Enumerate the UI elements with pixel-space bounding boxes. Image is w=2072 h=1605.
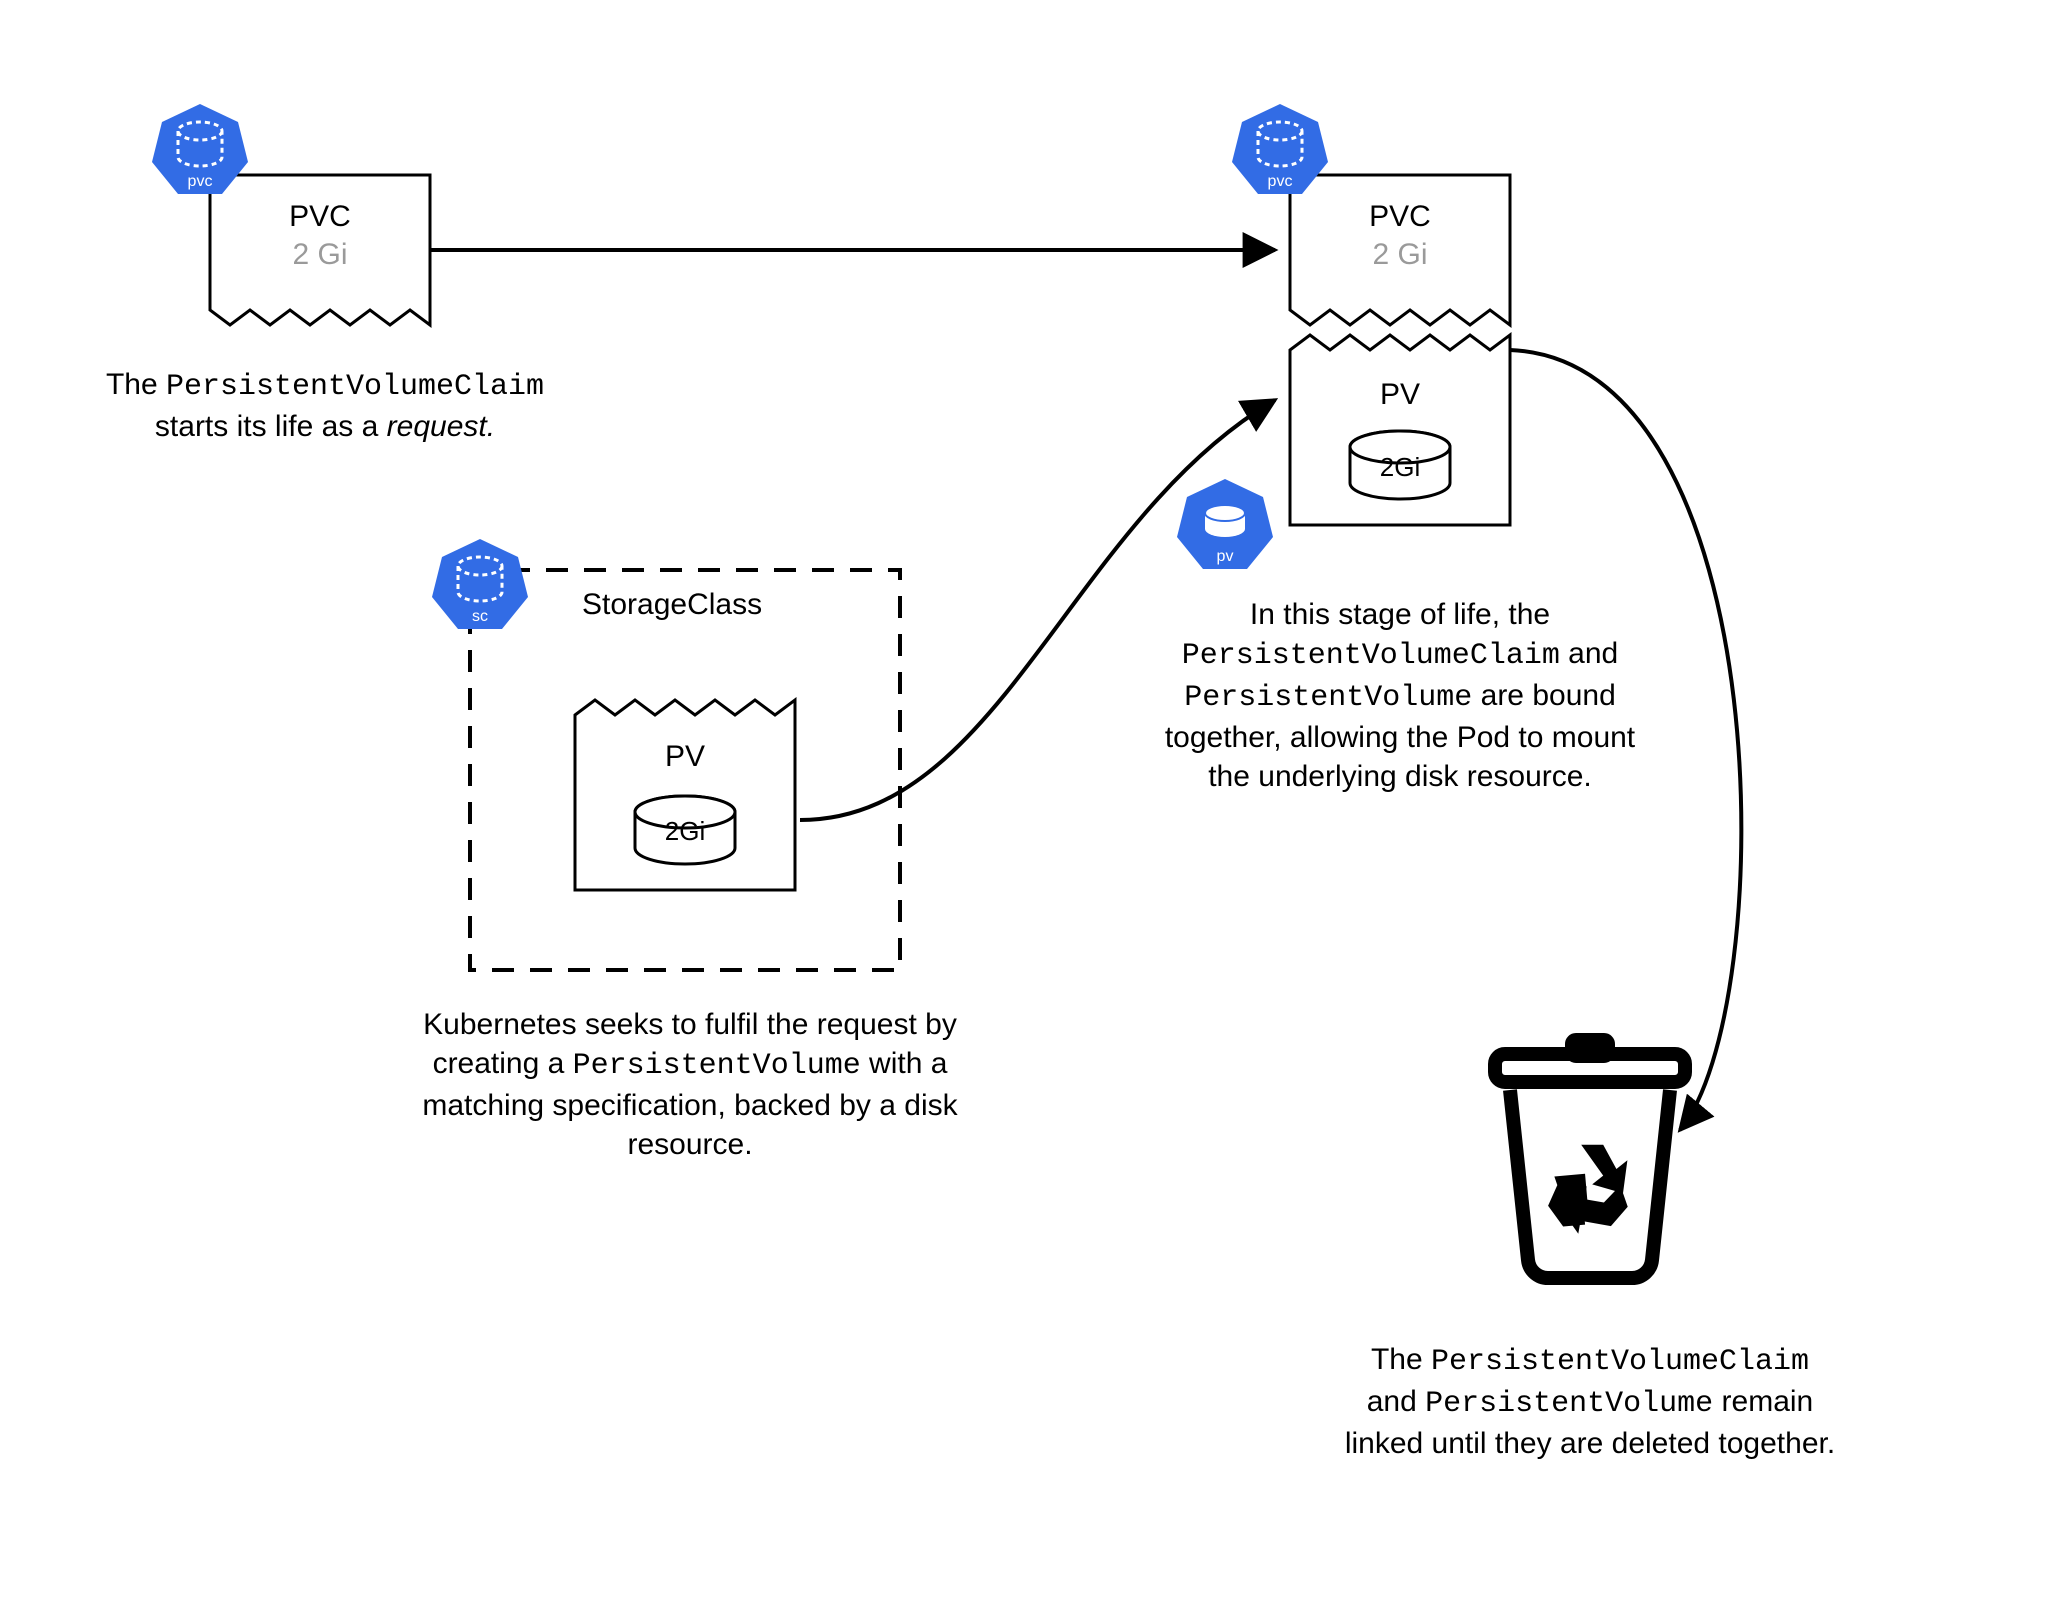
pv-bound-title: PV <box>1290 378 1510 412</box>
caption-2: Kubernetes seeks to fulfil the request b… <box>400 1005 980 1164</box>
pv-sc-title: PV <box>575 740 795 774</box>
storageclass-title: StorageClass <box>582 588 762 622</box>
pv-bound-receipt <box>1290 335 1510 525</box>
pvc-icon-2-label: pvc <box>1268 173 1293 190</box>
diagram-canvas: pvc pvc sc pv PVC 2 Gi PVC 2 Gi PV 2Gi S… <box>0 0 2072 1605</box>
caption-1: The PersistentVolumeClaim starts its lif… <box>55 365 595 446</box>
caption-3: In this stage of life, the PersistentVol… <box>1130 595 1670 796</box>
pv-icon-label: pv <box>1217 548 1234 565</box>
caption-4: The PersistentVolumeClaim and Persistent… <box>1310 1340 1870 1463</box>
pv-sc-size: 2Gi <box>575 816 795 847</box>
pvc2-title: PVC <box>1290 200 1510 234</box>
sc-icon: sc <box>432 539 528 629</box>
pvc1-title: PVC <box>210 200 430 234</box>
pvc2-size: 2 Gi <box>1290 238 1510 272</box>
trash-icon <box>1495 1040 1685 1278</box>
pv-sc-receipt <box>575 700 795 890</box>
pvc-icon-1-label: pvc <box>188 173 213 190</box>
pvc1-size: 2 Gi <box>210 238 430 272</box>
pv-bound-size: 2Gi <box>1290 452 1510 483</box>
sc-icon-label: sc <box>472 608 488 625</box>
pv-icon: pv <box>1177 479 1273 569</box>
